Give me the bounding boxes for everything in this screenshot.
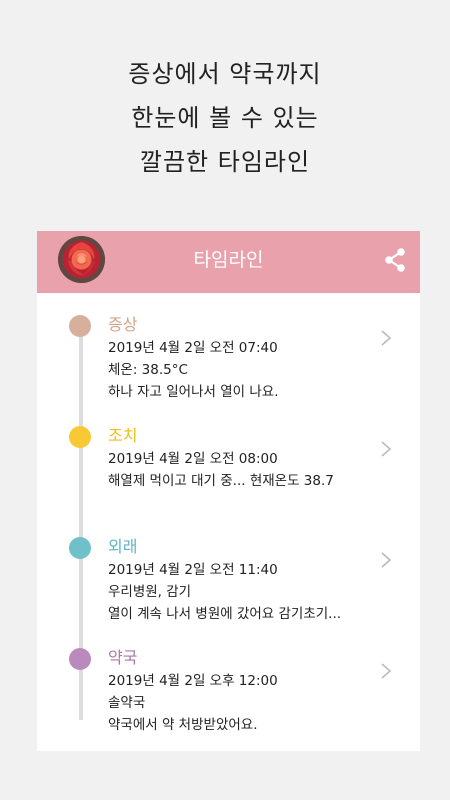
entry-dot (69, 426, 91, 448)
app-bar-title: 타임라인 (193, 249, 264, 271)
entry-datetime: 2019년 4월 2일 오전 07:40 (108, 340, 278, 356)
timeline-entry-outpatient[interactable]: 외래 2019년 4월 2일 오전 11:40 우리병원, 감기 열이 계속 나… (37, 515, 420, 625)
entry-title: 증상 (108, 315, 138, 334)
entry-detail: 솔약국 (108, 695, 146, 711)
entry-title: 외래 (108, 537, 138, 556)
chevron-right-icon[interactable] (380, 662, 392, 680)
entry-dot (69, 315, 91, 337)
entry-note: 열이 계속 나서 병원에 갔어요 감기초기... (108, 606, 342, 622)
entry-note: 약국에서 약 처방받았어요. (108, 717, 258, 733)
entry-title: 약국 (108, 648, 138, 667)
chevron-right-icon[interactable] (380, 551, 392, 569)
timeline-entry-action[interactable]: 조치 2019년 4월 2일 오전 08:00 해열제 먹이고 대기 중... … (37, 404, 420, 514)
entry-datetime: 2019년 4월 2일 오전 08:00 (108, 451, 278, 467)
headline-line-2: 한눈에 볼 수 있는 (131, 104, 319, 132)
chevron-right-icon[interactable] (380, 440, 392, 458)
entry-title: 조치 (108, 426, 138, 445)
entry-datetime: 2019년 4월 2일 오전 11:40 (108, 562, 278, 578)
headline-line-1: 증상에서 약국까지 (128, 60, 322, 88)
timeline-screen: 타임라인 증상 2019년 4월 2일 오전 07:40 체온: 38.5°C … (37, 231, 420, 751)
timeline-list: 증상 2019년 4월 2일 오전 07:40 체온: 38.5°C 하나 자고… (37, 293, 420, 751)
entry-dot (69, 648, 91, 670)
headline-line-3: 깔끔한 타임라인 (139, 148, 311, 176)
timeline-entry-pharmacy[interactable]: 약국 2019년 4월 2일 오후 12:00 솔약국 약국에서 약 처방받았어… (37, 626, 420, 736)
entry-detail: 해열제 먹이고 대기 중... 현재온도 38.7 (108, 473, 334, 489)
entry-datetime: 2019년 4월 2일 오후 12:00 (108, 673, 278, 689)
share-icon[interactable] (382, 247, 408, 273)
chevron-right-icon[interactable] (380, 329, 392, 347)
app-bar: 타임라인 (37, 231, 420, 293)
entry-dot (69, 537, 91, 559)
entry-detail: 우리병원, 감기 (108, 584, 192, 600)
promo-headline: 증상에서 약국까지 한눈에 볼 수 있는 깔끔한 타임라인 (0, 52, 450, 184)
entry-note: 하나 자고 일어나서 열이 나요. (108, 384, 279, 400)
timeline-entry-symptom[interactable]: 증상 2019년 4월 2일 오전 07:40 체온: 38.5°C 하나 자고… (37, 293, 420, 403)
entry-detail: 체온: 38.5°C (108, 362, 188, 378)
